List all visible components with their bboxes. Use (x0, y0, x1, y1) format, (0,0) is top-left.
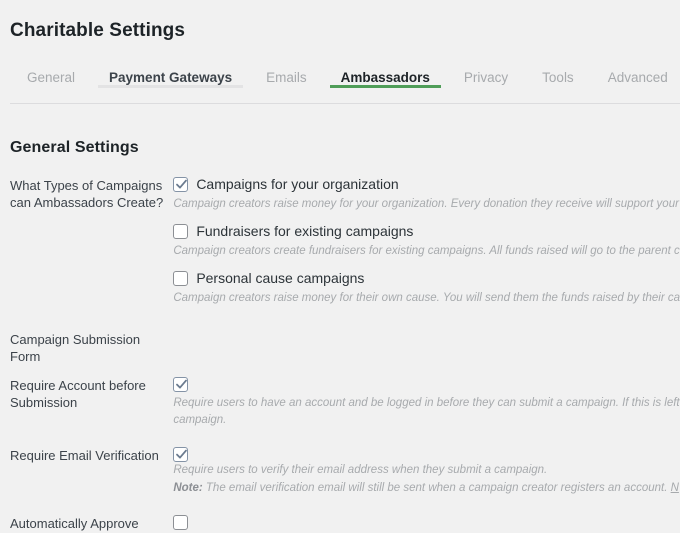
tab-payment-gateways[interactable]: Payment Gateways (92, 64, 249, 88)
checkbox-box-unchecked-icon[interactable] (173, 270, 189, 286)
email-verification-note: Note: The email verification email will … (173, 480, 680, 497)
row-label-require-email-verification: Require Email Verification (10, 447, 159, 463)
checkbox-label: Personal cause campaigns (196, 269, 365, 286)
checkbox-box-checked-icon[interactable] (173, 176, 189, 192)
checkbox-box-unchecked-icon[interactable] (173, 514, 189, 530)
tab-tools[interactable]: Tools (525, 64, 591, 88)
setting-row-require-email-verification: Require Email Verification Require users… (0, 443, 680, 511)
row-field-auto-approve (173, 511, 680, 533)
option-description: Campaign creators raise money for their … (173, 291, 680, 304)
note-prefix: Note: (173, 481, 203, 494)
tab-ambassadors[interactable]: Ambassadors (324, 64, 447, 88)
row-field-submission-form (173, 321, 680, 373)
checkbox-require-account[interactable] (173, 375, 680, 392)
settings-page: Charitable Settings General Payment Gate… (0, 0, 680, 533)
note-link[interactable]: N (671, 482, 679, 494)
require-email-verification-descriptions: Require users to verify their email addr… (173, 462, 680, 497)
email-verification-description: Require users to verify their email addr… (173, 463, 548, 476)
row-label-submission-form: Campaign Submission Form (10, 331, 141, 364)
campaign-type-option: Campaigns for your organization Campaign… (173, 175, 680, 213)
section-title: General Settings (10, 138, 139, 156)
checkbox-box-checked-icon[interactable] (173, 376, 189, 392)
checkbox-auto-approve[interactable] (173, 513, 680, 530)
tab-advanced[interactable]: Advanced (591, 64, 680, 88)
option-description: Campaign creators create fundraisers for… (173, 244, 680, 257)
checkbox-label: Fundraisers for existing campaigns (196, 222, 414, 239)
setting-row-submission-form-heading: Campaign Submission Form (0, 321, 680, 373)
checkbox-fundraisers-for-existing[interactable]: Fundraisers for existing campaigns (173, 222, 680, 240)
setting-row-auto-approve: Automatically Approve Campaigns (0, 511, 680, 533)
checkbox-require-email-verification[interactable] (173, 445, 680, 462)
setting-row-require-account: Require Account before Submission Requir… (0, 373, 680, 443)
checkbox-label: Campaigns for your organization (196, 175, 399, 192)
tab-privacy[interactable]: Privacy (447, 64, 525, 88)
row-field-campaign-types: Campaigns for your organization Campaign… (173, 173, 680, 321)
row-field-require-email-verification: Require users to verify their email addr… (173, 443, 680, 511)
setting-row-campaign-types: What Types of Campaigns can Ambassadors … (0, 173, 680, 321)
campaign-type-option: Fundraisers for existing campaigns Campa… (173, 222, 680, 260)
settings-table: What Types of Campaigns can Ambassadors … (0, 173, 680, 533)
tab-list: General Payment Gateways Emails Ambassad… (10, 64, 680, 104)
checkbox-personal-cause-campaigns[interactable]: Personal cause campaigns (173, 269, 680, 287)
settings-tab-bar: General Payment Gateways Emails Ambassad… (0, 64, 680, 104)
note-text: The email verification email will still … (205, 481, 668, 494)
checkbox-campaigns-for-organization[interactable]: Campaigns for your organization (173, 175, 680, 193)
checkbox-box-unchecked-icon[interactable] (173, 223, 189, 239)
checkbox-box-checked-icon[interactable] (173, 446, 189, 462)
tab-general[interactable]: General (10, 64, 92, 88)
campaign-type-option: Personal cause campaigns Campaign creato… (173, 269, 680, 307)
option-description: Campaign creators raise money for your o… (173, 197, 679, 210)
page-title: Charitable Settings (10, 19, 186, 41)
row-label-auto-approve: Automatically Approve Campaigns (10, 515, 139, 533)
campaign-types-checkbox-group: Campaigns for your organization Campaign… (173, 175, 680, 307)
row-field-require-account: Require users to have an account and be … (173, 373, 680, 443)
row-label-require-account: Require Account before Submission (10, 377, 146, 410)
row-label-campaign-types: What Types of Campaigns can Ambassadors … (10, 177, 164, 210)
require-account-description: Require users to have an account and be … (173, 396, 680, 426)
tab-emails[interactable]: Emails (249, 64, 324, 88)
